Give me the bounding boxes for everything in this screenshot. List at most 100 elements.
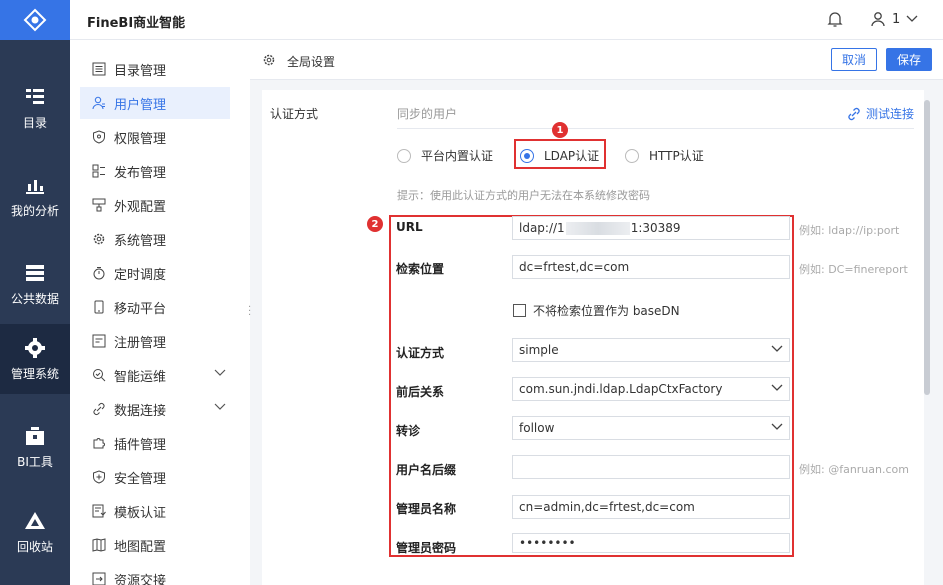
menu-splitter-handle[interactable]: · · · [248,303,251,321]
url-input[interactable]: ldap://1 1:30389 [512,216,790,240]
scrollbar[interactable] [924,100,930,395]
menu-item-map[interactable]: 地图配置 [80,529,230,561]
chevron-down-icon [906,15,918,22]
puzzle-icon [93,438,105,449]
rail-label: BI工具 [17,454,53,469]
url-label: URL [396,220,423,234]
settings-panel: 认证方式 同步的用户 测试连接 平台内置认证 LDAP认证 HTTP认证 1 提… [262,90,924,585]
recycle-icon [25,511,45,529]
sync-users-label: 同步的用户 [397,107,458,121]
suffix-example: 例如: @fanruan.com [799,463,909,476]
annotation-badge-1: 1 [552,122,568,138]
gear-icon [93,233,105,245]
user-name: 1 [892,11,901,27]
radio-http-auth[interactable]: HTTP认证 [625,147,704,164]
content-toolbar: 全局设置 取消 保存 [250,40,943,80]
admin-password-input[interactable]: •••••••• [512,533,790,553]
suffix-label: 用户名后缀 [396,463,457,477]
checkbox-box [513,304,526,317]
list-icon [92,62,106,76]
menu-item-permission[interactable]: 权限管理 [80,121,230,153]
menu-item-appearance[interactable]: 外观配置 [80,189,230,221]
certificate-icon [92,504,106,518]
register-icon [92,334,106,348]
section-label: 认证方式 [270,107,319,121]
link-icon [848,107,860,120]
hint-text: 提示：使用此认证方式的用户无法在本系统修改密码 [397,189,650,202]
menu-item-ops[interactable]: 智能运维 [80,359,230,391]
url-example: 例如: ldap://ip:port [799,224,900,237]
rail-item-public-data[interactable]: 公共数据 [0,249,70,319]
gear-icon [263,54,275,66]
menu-item-publish[interactable]: 发布管理 [80,155,230,187]
rail-item-recycle[interactable]: 回收站 [0,497,70,567]
rail-item-analysis[interactable]: 我的分析 [0,161,70,231]
radio-dot [397,148,411,163]
menu-item-users[interactable]: 用户管理 [80,87,230,119]
brush-icon [92,198,106,212]
chevron-down-icon[interactable] [214,369,226,377]
menu-item-plugins[interactable]: 插件管理 [80,427,230,459]
catalog-icon [26,88,44,104]
test-connection-link[interactable]: 测试连接 [847,105,914,122]
chevron-down-icon [771,345,783,352]
chevron-down-icon[interactable] [214,403,226,411]
search-base-input[interactable]: dc=frtest,dc=com [512,255,790,279]
context-select[interactable]: com.sun.jndi.ldap.LdapCtxFactory [512,377,790,401]
mobile-icon [94,300,104,314]
admin-name-input[interactable]: cn=admin,dc=frtest,dc=com [512,495,790,519]
context-label: 前后关系 [396,385,445,399]
redacted-block [565,221,630,235]
radio-builtin-auth[interactable]: 平台内置认证 [397,147,493,164]
map-icon [92,538,106,552]
rail-item-admin[interactable]: 管理系统 [0,324,70,394]
suffix-input[interactable] [512,455,790,479]
rail-label: 我的分析 [10,203,59,218]
toolbox-icon [26,426,44,445]
referral-label: 转诊 [396,424,421,438]
cancel-button[interactable]: 取消 [831,48,877,71]
main-rail: 目录 我的分析 公共数据 管理系统 BI工具 回收站 [0,0,70,585]
link-icon [93,403,105,415]
auth-type-select[interactable]: simple [512,338,790,362]
radio-dot [625,148,639,163]
user-icon [92,96,105,110]
analysis-icon [26,179,44,194]
logo-icon [23,8,47,32]
rail-item-catalog[interactable]: 目录 [0,73,70,143]
app-title: FineBI商业智能 [87,16,186,31]
user-menu[interactable]: 1 [870,11,918,27]
highlight-box-ldap [514,139,606,169]
chevron-down-icon [771,423,783,430]
shield-icon [93,470,105,484]
menu-item-mobile[interactable]: 移动平台 [80,291,230,323]
menu-item-system[interactable]: 系统管理 [80,223,230,255]
no-base-dn-checkbox[interactable]: 不将检索位置作为 baseDN [513,302,680,319]
top-header: FineBI商业智能 1 [70,0,943,40]
rail-label: 公共数据 [10,291,59,306]
menu-item-security[interactable]: 安全管理 [80,461,230,493]
referral-select[interactable]: follow [512,416,790,440]
admin-name-label: 管理员名称 [396,502,457,516]
menu-item-schedule[interactable]: 定时调度 [80,257,230,289]
menu-item-template-auth[interactable]: 模板认证 [80,495,230,527]
user-icon [871,12,885,27]
search-base-label: 检索位置 [396,262,445,276]
bell-icon[interactable] [827,11,843,28]
rail-label: 回收站 [16,539,53,554]
publish-icon [92,164,105,178]
menu-item-register[interactable]: 注册管理 [80,325,230,357]
data-icon [26,264,44,281]
timer-icon [93,267,105,280]
rail-item-bi-tools[interactable]: BI工具 [0,412,70,482]
page-title: 全局设置 [287,55,336,69]
chevron-down-icon [771,384,783,391]
handover-icon [92,572,106,585]
app-logo[interactable] [0,0,70,40]
menu-item-handover[interactable]: 资源交接 [80,563,230,585]
auth-type-label: 认证方式 [396,346,445,360]
rail-label: 管理系统 [10,366,59,381]
save-button[interactable]: 保存 [886,48,932,71]
menu-item-catalog[interactable]: 目录管理 [80,53,230,85]
menu-item-data-connection[interactable]: 数据连接 [80,393,230,425]
